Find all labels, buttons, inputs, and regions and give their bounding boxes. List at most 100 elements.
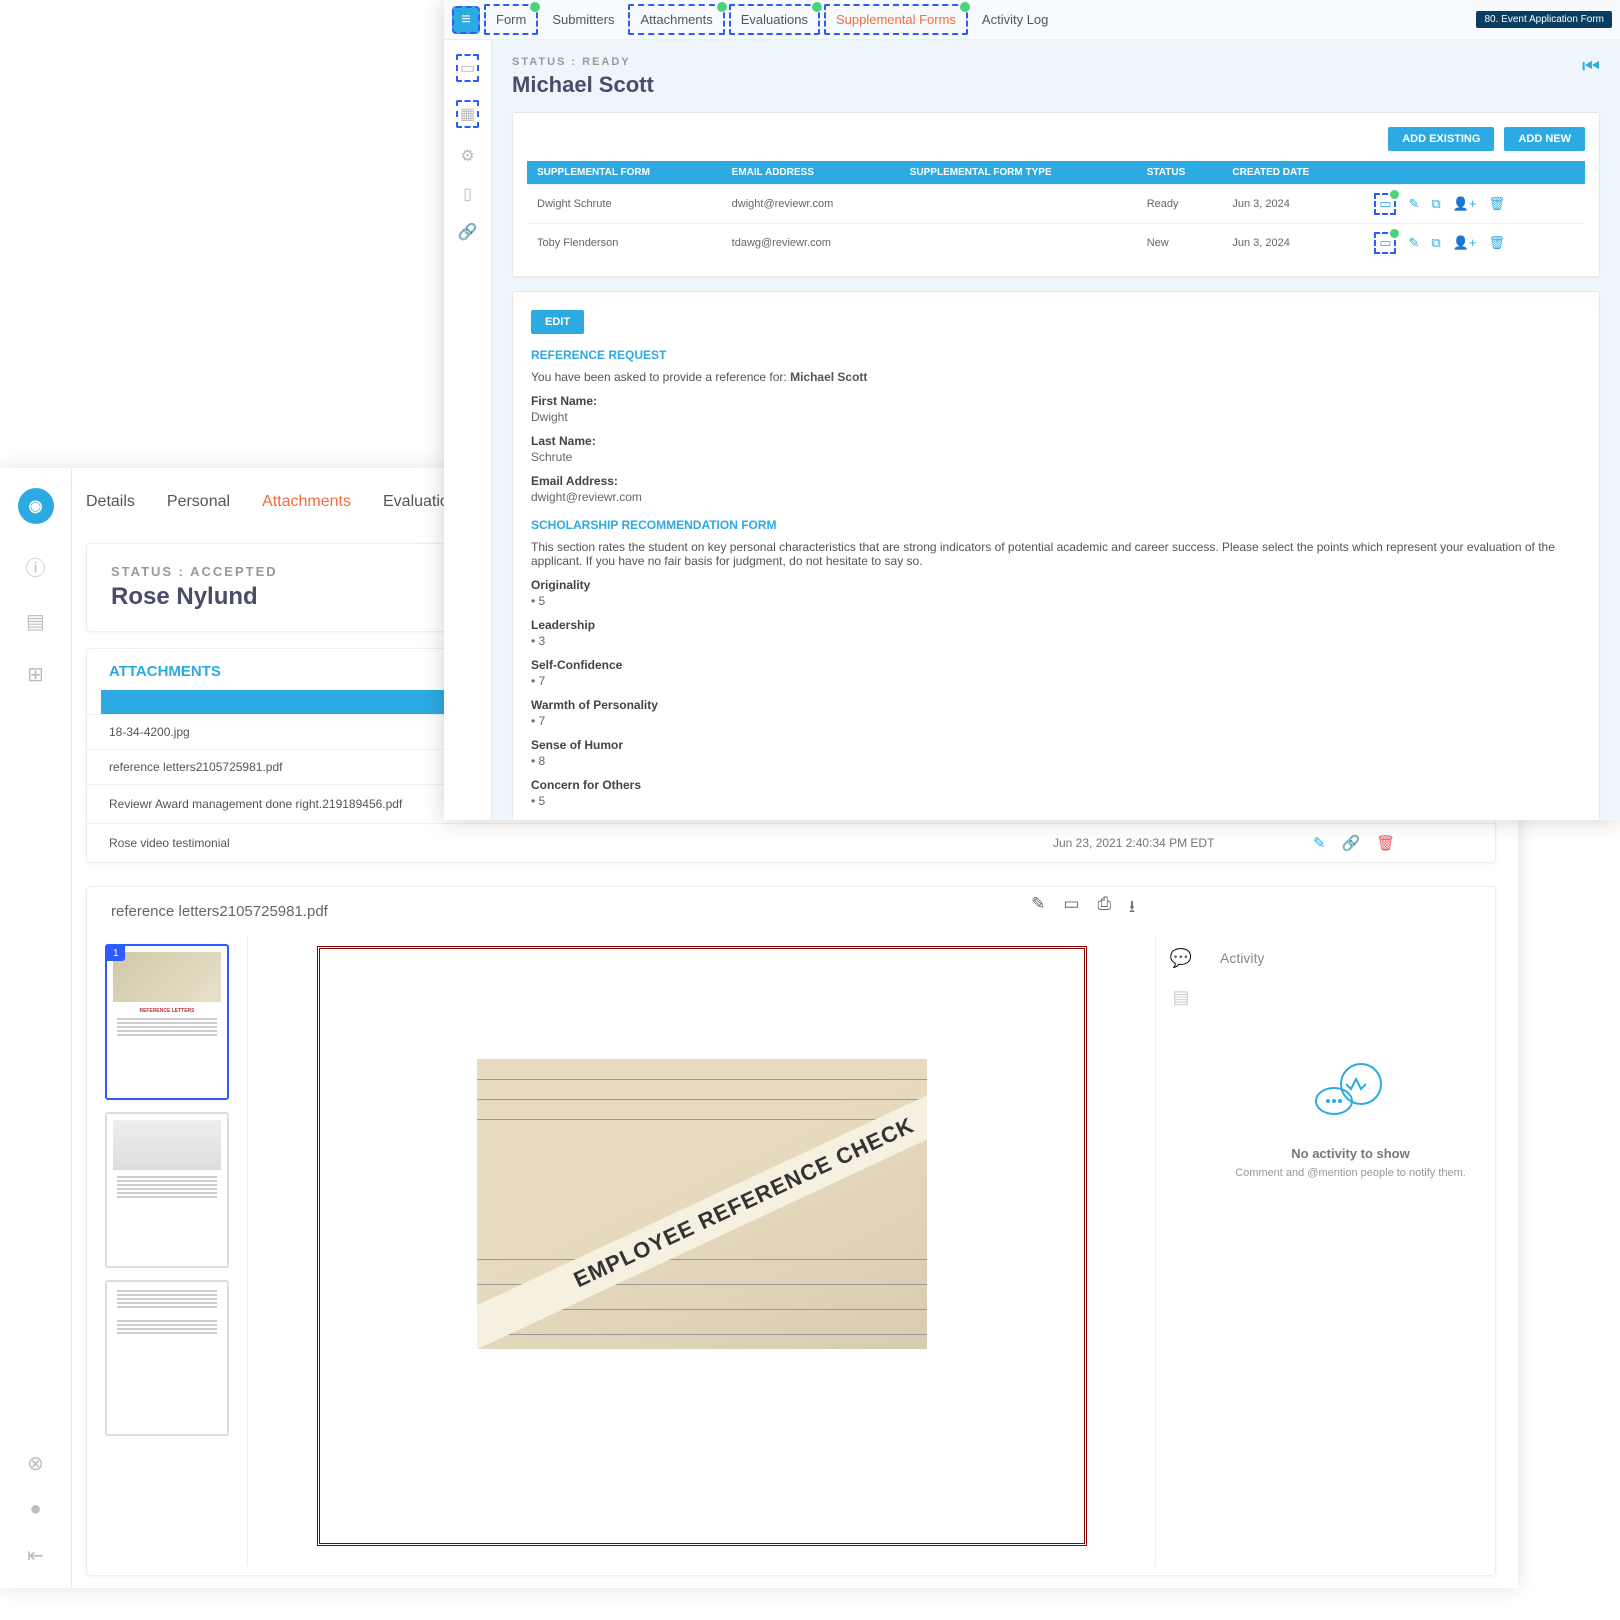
rating-item: Originality5	[531, 578, 1581, 608]
front-left-sidebar: ▭ ▦ ⚙ ▯ 🔗	[444, 40, 492, 820]
supplemental-table-card: ADD EXISTING ADD NEW SUPPLEMENTAL FORM E…	[512, 112, 1600, 277]
reference-check-label: EMPLOYEE REFERENCE CHECK	[477, 1059, 927, 1349]
rewind-icon[interactable]: ⏮	[1582, 56, 1600, 79]
edit-icon[interactable]: ✎	[1313, 834, 1326, 852]
calendar-icon[interactable]: ▦	[456, 100, 479, 128]
table-row[interactable]: Toby Flenderson tdawg@reviewr.com New Ju…	[527, 224, 1585, 263]
tab-details[interactable]: Details	[86, 493, 135, 511]
remove-icon[interactable]: ⊗	[27, 1451, 44, 1476]
front-main: STATUS : READY Michael Scott ⏮ ADD EXIST…	[492, 40, 1620, 820]
cell-email: tdawg@reviewr.com	[722, 224, 900, 263]
doc-toolbar: ✎ ▭ ⎙ ⭳	[1031, 894, 1135, 923]
tab-evaluations[interactable]: Evaluations	[729, 4, 820, 35]
scholarship-title: SCHOLARSHIP RECOMMENDATION FORM	[531, 518, 1581, 532]
add-existing-button[interactable]: ADD EXISTING	[1388, 127, 1494, 151]
file-icon[interactable]: ▤	[1172, 987, 1189, 1008]
preview-filename: reference letters2105725981.pdf	[87, 887, 1495, 936]
delete-icon[interactable]: 🗑	[1488, 196, 1505, 212]
user-icon[interactable]: ●	[29, 1498, 41, 1521]
edit-icon[interactable]: ✎	[1408, 196, 1419, 212]
rating-label: Concern for Others	[531, 778, 1581, 792]
pencil-icon[interactable]: ✎	[1031, 894, 1045, 923]
tab-form[interactable]: Form	[484, 4, 538, 35]
edit-button[interactable]: EDIT	[531, 310, 584, 334]
attachment-date: Jun 23, 2021 2:40:34 PM EDT	[1053, 836, 1313, 850]
add-new-button[interactable]: ADD NEW	[1504, 127, 1585, 151]
document-icon[interactable]: ▤	[26, 609, 45, 634]
cell-name: Toby Flenderson	[527, 224, 722, 263]
scholarship-desc: This section rates the student on key pe…	[531, 540, 1581, 568]
rating-item: Sense of Humor8	[531, 738, 1581, 768]
tab-supplemental-forms[interactable]: Supplemental Forms	[824, 4, 968, 35]
col-form: SUPPLEMENTAL FORM	[527, 161, 722, 185]
add-user-icon[interactable]: 👤+	[1453, 235, 1477, 251]
edit-icon[interactable]: ✎	[1408, 235, 1419, 251]
tab-personal[interactable]: Personal	[167, 493, 230, 511]
comment-icon[interactable]: ▭	[1063, 894, 1079, 923]
comment-icon[interactable]: 💬	[1170, 948, 1192, 969]
open-icon[interactable]: ▭	[1374, 232, 1396, 254]
app-menu-icon[interactable]: ≡	[452, 6, 480, 34]
app-logo-icon[interactable]: ◉	[18, 488, 54, 524]
delete-icon[interactable]: 🗑	[1376, 834, 1395, 852]
cell-date: Jun 3, 2024	[1222, 224, 1364, 263]
rating-value: 3	[531, 634, 1581, 648]
activity-panel: 💬 ▤ Activity N	[1155, 936, 1495, 1566]
window-icon[interactable]: ▭	[456, 54, 479, 82]
rating-item: Self-Confidence7	[531, 658, 1581, 688]
email-value: dwight@reviewr.com	[531, 490, 1581, 504]
table-row[interactable]: Dwight Schrute dwight@reviewr.com Ready …	[527, 185, 1585, 224]
col-date: CREATED DATE	[1222, 161, 1364, 185]
rating-value: 5	[531, 794, 1581, 808]
page-thumbnail[interactable]	[105, 1112, 229, 1268]
add-user-icon[interactable]: 👤+	[1453, 196, 1477, 212]
back-left-sidebar: ◉ ⓘ ▤ ⊞ ⊗ ● ⇤	[0, 468, 72, 1588]
add-document-icon[interactable]: ⊞	[27, 662, 44, 687]
cell-name: Dwight Schrute	[527, 185, 722, 224]
gear-icon[interactable]: ⚙	[460, 146, 474, 166]
tab-submitters[interactable]: Submitters	[542, 6, 624, 33]
open-icon[interactable]: ▭	[1374, 193, 1396, 215]
rating-value: 5	[531, 594, 1581, 608]
info-icon[interactable]: ⓘ	[26, 552, 46, 581]
first-name-label: First Name:	[531, 394, 1581, 408]
print-icon[interactable]: ⎙	[1097, 894, 1111, 923]
person-name: Michael Scott	[512, 72, 654, 98]
foreground-window: ≡ Form Submitters Attachments Evaluation…	[444, 0, 1620, 820]
cell-email: dwight@reviewr.com	[722, 185, 900, 224]
clipboard-icon[interactable]: ▯	[463, 184, 472, 204]
reference-check-image: EMPLOYEE REFERENCE CHECK	[477, 1059, 927, 1349]
thumbnail-column: 1 REFERENCE LETTERS	[87, 936, 247, 1566]
rating-value: 7	[531, 714, 1581, 728]
last-name-value: Schrute	[531, 450, 1581, 464]
activity-heading: Activity	[1220, 950, 1481, 966]
copy-icon[interactable]: ⧉	[1431, 235, 1440, 251]
link-icon[interactable]: 🔗	[1342, 834, 1361, 852]
delete-icon[interactable]: 🗑	[1488, 235, 1505, 251]
col-type: SUPPLEMENTAL FORM TYPE	[900, 161, 1137, 185]
page-thumbnail[interactable]	[105, 1280, 229, 1436]
email-label: Email Address:	[531, 474, 1581, 488]
document-viewer[interactable]: ✎ ▭ ⎙ ⭳ EMPLOYEE REFERENCE CHECK	[247, 936, 1155, 1566]
reference-request-title: REFERENCE REQUEST	[531, 348, 1581, 362]
copy-icon[interactable]: ⧉	[1431, 196, 1440, 212]
cell-type	[900, 224, 1137, 263]
supplemental-table: SUPPLEMENTAL FORM EMAIL ADDRESS SUPPLEME…	[527, 161, 1585, 262]
download-icon[interactable]: ⭳	[1129, 894, 1135, 923]
empty-subtitle: Comment and @mention people to notify th…	[1220, 1167, 1481, 1179]
rating-value: 7	[531, 674, 1581, 688]
page-thumbnail[interactable]: 1 REFERENCE LETTERS	[105, 944, 229, 1100]
attachment-name: Rose video testimonial	[109, 836, 1053, 850]
front-topbar: ≡ Form Submitters Attachments Evaluation…	[444, 0, 1620, 40]
tab-activity-log[interactable]: Activity Log	[972, 6, 1058, 33]
cell-date: Jun 3, 2024	[1222, 185, 1364, 224]
cell-status: New	[1137, 224, 1223, 263]
tab-attachments[interactable]: Attachments	[628, 4, 724, 35]
link-icon[interactable]: 🔗	[458, 222, 478, 242]
activity-tabs: 💬 ▤	[1156, 936, 1206, 1566]
reference-form-card: EDIT REFERENCE REQUEST You have been ask…	[512, 291, 1600, 820]
rating-label: Sense of Humor	[531, 738, 1581, 752]
tab-attachments[interactable]: Attachments	[262, 493, 351, 511]
logout-icon[interactable]: ⇤	[27, 1543, 44, 1568]
attachment-row[interactable]: Rose video testimonial Jun 23, 2021 2:40…	[87, 823, 1495, 862]
